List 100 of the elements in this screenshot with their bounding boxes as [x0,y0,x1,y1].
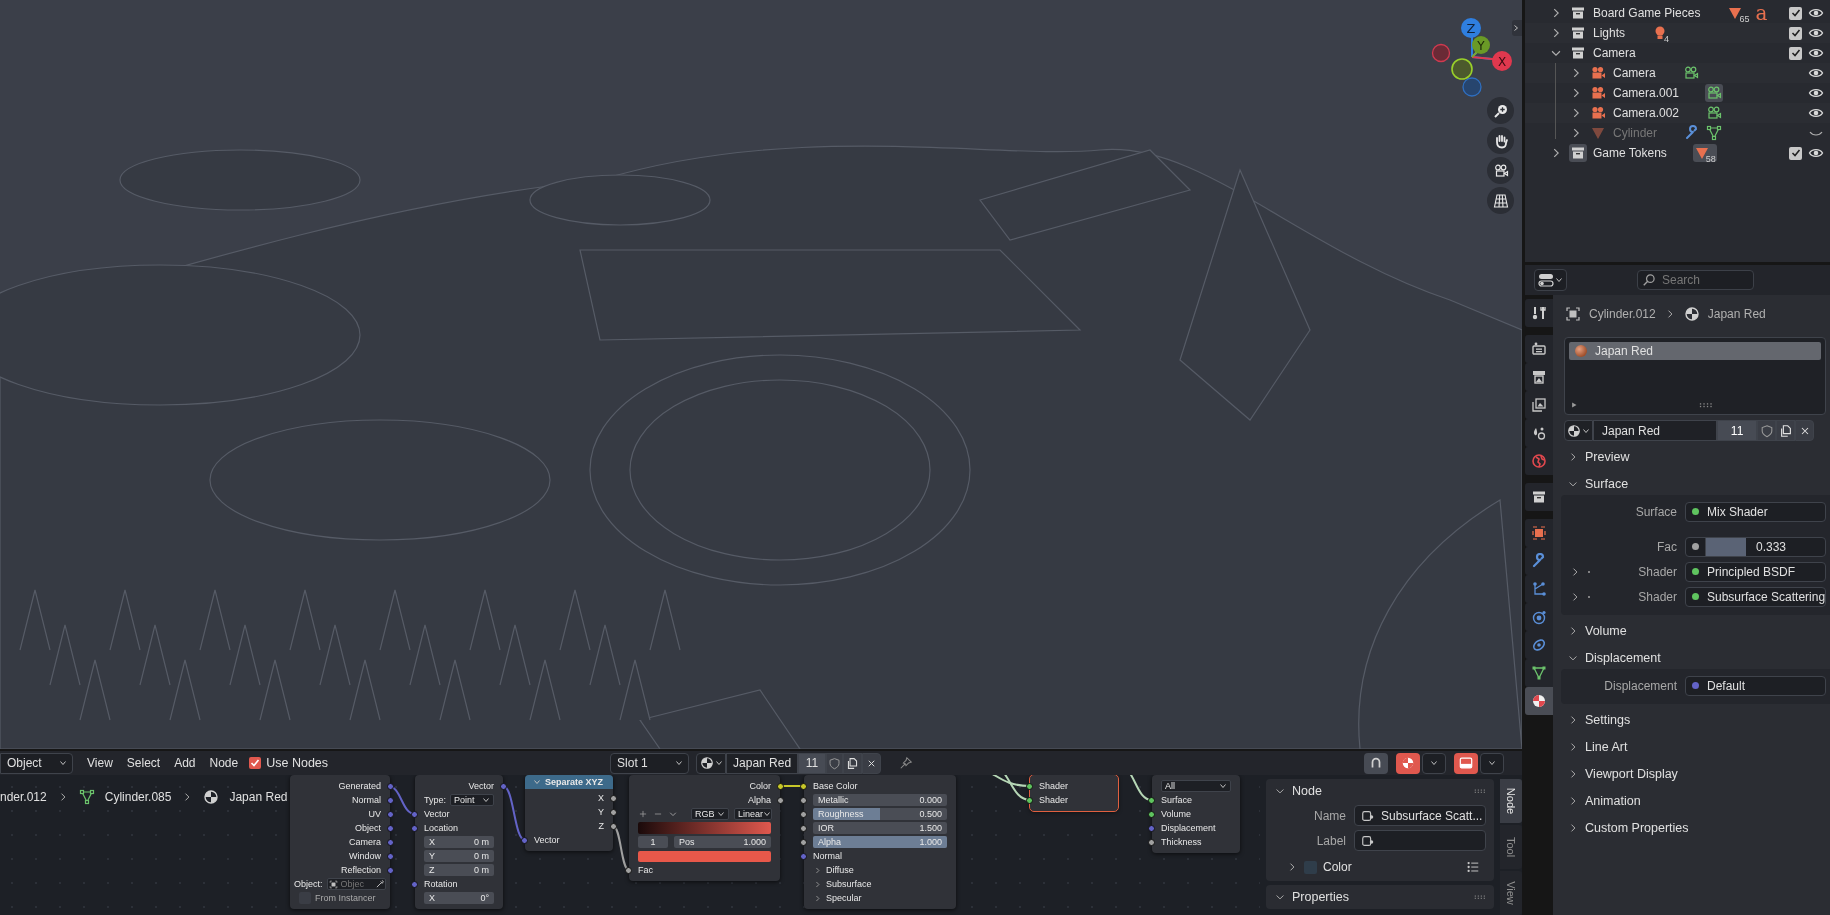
stop-position-field[interactable]: Pos 1.000 [674,836,771,848]
outliner-icon-frame[interactable] [1569,144,1587,162]
properties-tab[interactable] [1525,659,1553,687]
node-socket[interactable] [610,794,617,802]
menu-item[interactable]: Add [167,756,203,770]
outliner-icon-frame[interactable] [1589,84,1607,102]
node-panel-toggle[interactable]: Diffuse [813,865,854,875]
sidebar-tab[interactable]: Tool [1500,825,1522,869]
text-field[interactable]: Subsurface Scatt... [1354,805,1486,826]
node-slider[interactable]: Alpha 1.000 [813,836,947,848]
properties-tab[interactable] [1525,483,1553,511]
checkbox[interactable] [1304,860,1317,874]
node-panel-toggle[interactable]: Specular [813,893,862,903]
fake-user-button[interactable] [826,752,844,774]
panel-header[interactable]: Preview [1561,445,1830,468]
node-socket[interactable] [411,824,418,832]
node-socket[interactable] [387,838,394,846]
user-count[interactable]: 11 [798,752,827,774]
unlink-button[interactable] [862,752,882,774]
editor-type-button[interactable] [1534,269,1567,291]
snap-button[interactable] [1364,752,1388,774]
node-socket[interactable] [387,852,394,860]
properties-tab[interactable] [1525,687,1553,715]
socket-link-field[interactable]: Principled BSDF [1685,561,1827,582]
mode-dropdown[interactable]: Object [0,752,73,774]
color-ramp[interactable] [638,822,771,834]
outliner-item-name[interactable]: Camera [1593,46,1636,60]
node-slider[interactable]: Metallic 0.000 [813,794,947,806]
panel-header[interactable]: Settings [1561,708,1830,731]
stop-index-field[interactable]: 1 [638,836,668,848]
checkbox[interactable] [1789,26,1802,40]
node-dropdown[interactable]: Point [450,794,494,806]
node-socket[interactable] [800,810,807,818]
node-socket[interactable] [800,852,807,860]
node-socket[interactable] [411,880,418,888]
properties-tab[interactable] [1525,299,1553,327]
node-panel-toggle[interactable]: Subsurface [813,879,872,889]
node-slider[interactable]: IOR 1.500 [813,822,947,834]
node-slider[interactable]: Roughness 0.500 [813,808,947,820]
list-icon[interactable] [1466,860,1480,874]
node-socket[interactable] [1026,796,1033,804]
interpolation-dropdown[interactable]: Linear [734,808,772,820]
axis-gizmo[interactable]: Z Y X [1420,10,1516,102]
socket-link-field[interactable]: Mix Shader [1685,501,1827,522]
node-socket[interactable] [1148,824,1155,832]
unlink-button[interactable] [1795,420,1815,441]
outliner-item-name[interactable]: Game Tokens [1593,146,1667,160]
perspective-toggle-button[interactable] [1487,187,1514,214]
checkbox[interactable] [249,757,262,769]
vector-component-field[interactable]: Z 0 m [424,864,494,876]
node-socket[interactable] [800,782,807,790]
checkbox[interactable] [1789,6,1802,20]
text-object-icon[interactable]: a [1754,4,1769,22]
editor-toggle-button[interactable] [1454,752,1478,774]
outliner-icon-frame[interactable] [1589,64,1607,82]
sidebar-tab[interactable]: View [1500,871,1522,915]
outliner-item-name[interactable]: Board Game Pieces [1593,6,1701,20]
node-socket[interactable] [800,838,807,846]
duplicate-button[interactable] [843,752,863,774]
material-browse-button[interactable] [696,752,727,774]
factor-slider[interactable]: 0.333 [1685,536,1827,557]
zoom-button[interactable] [1487,97,1514,124]
fake-user-button[interactable] [1757,420,1777,441]
node-socket[interactable] [777,796,784,804]
panel-header[interactable]: Line Art [1561,735,1830,758]
outliner-item-name[interactable]: Camera.001 [1613,86,1680,100]
material-slot[interactable]: Japan Red [1569,342,1822,360]
vector-component-field[interactable]: Y 0 m [424,850,494,862]
node-dropdown[interactable]: All [1161,780,1231,792]
node-socket[interactable] [500,782,507,790]
node-socket[interactable] [625,866,632,874]
socket-link-field[interactable]: Default [1685,675,1827,696]
node-socket[interactable] [1148,796,1155,804]
pin-button[interactable] [899,756,914,770]
panel-header[interactable]: Surface [1561,472,1830,495]
pan-button[interactable] [1487,127,1514,154]
data-badge[interactable] [1705,104,1724,122]
node-socket[interactable] [387,824,394,832]
play-triangle-icon[interactable] [1569,400,1579,410]
shading-button[interactable] [1396,752,1420,774]
outliner-item-name[interactable]: Camera [1613,66,1656,80]
node-socket[interactable] [1026,782,1033,790]
color-swatch[interactable] [638,850,771,862]
node-socket[interactable] [1148,810,1155,818]
vector-component-field[interactable]: X 0° [424,892,494,904]
outliner-item-name[interactable]: Lights [1593,26,1626,40]
properties-tab[interactable] [1525,335,1553,363]
text-field[interactable] [1354,830,1486,851]
slot-dropdown[interactable]: Slot 1 [610,752,690,774]
node-socket[interactable] [387,796,394,804]
camera-view-button[interactable] [1487,157,1514,184]
node-socket[interactable] [521,836,528,844]
plus-icon[interactable] [638,809,648,819]
node-socket[interactable] [387,782,394,790]
properties-tab[interactable] [1525,519,1553,547]
panel-header[interactable]: Animation [1561,789,1830,812]
data-badge[interactable]: 65 [1726,4,1751,22]
search-field[interactable]: Search [1637,270,1754,290]
data-badge[interactable]: 58 [1692,144,1717,162]
node-socket[interactable] [387,810,394,818]
